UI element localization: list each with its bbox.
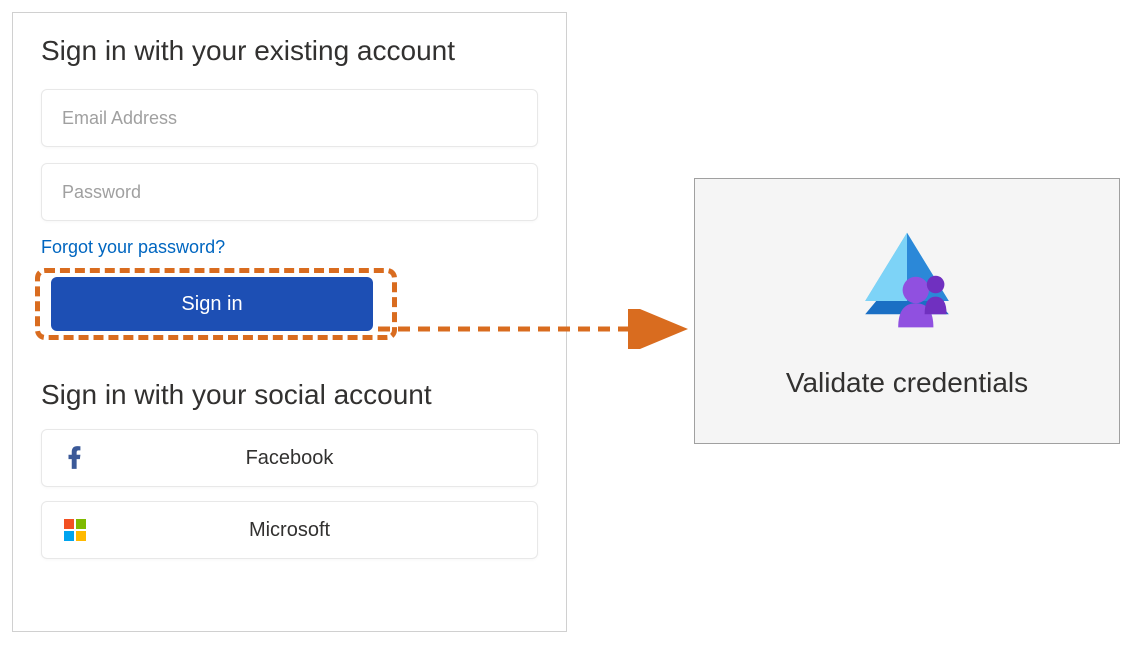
facebook-signin-button[interactable]: Facebook [41,429,538,487]
facebook-label: Facebook [60,447,519,470]
microsoft-signin-button[interactable]: Microsoft [41,501,538,559]
azure-identity-icon [852,224,962,339]
validate-credentials-box: Validate credentials [694,178,1120,444]
social-account-title: Sign in with your social account [41,379,538,411]
signin-button-highlight-wrapper: Sign in [41,274,391,331]
microsoft-label: Microsoft [60,519,519,542]
password-input[interactable] [41,163,538,221]
signin-button[interactable]: Sign in [51,277,373,331]
forgot-password-link[interactable]: Forgot your password? [41,237,225,258]
email-input[interactable] [41,89,538,147]
flow-arrow-icon [378,309,698,349]
validate-credentials-label: Validate credentials [786,367,1028,399]
existing-account-title: Sign in with your existing account [41,35,538,67]
